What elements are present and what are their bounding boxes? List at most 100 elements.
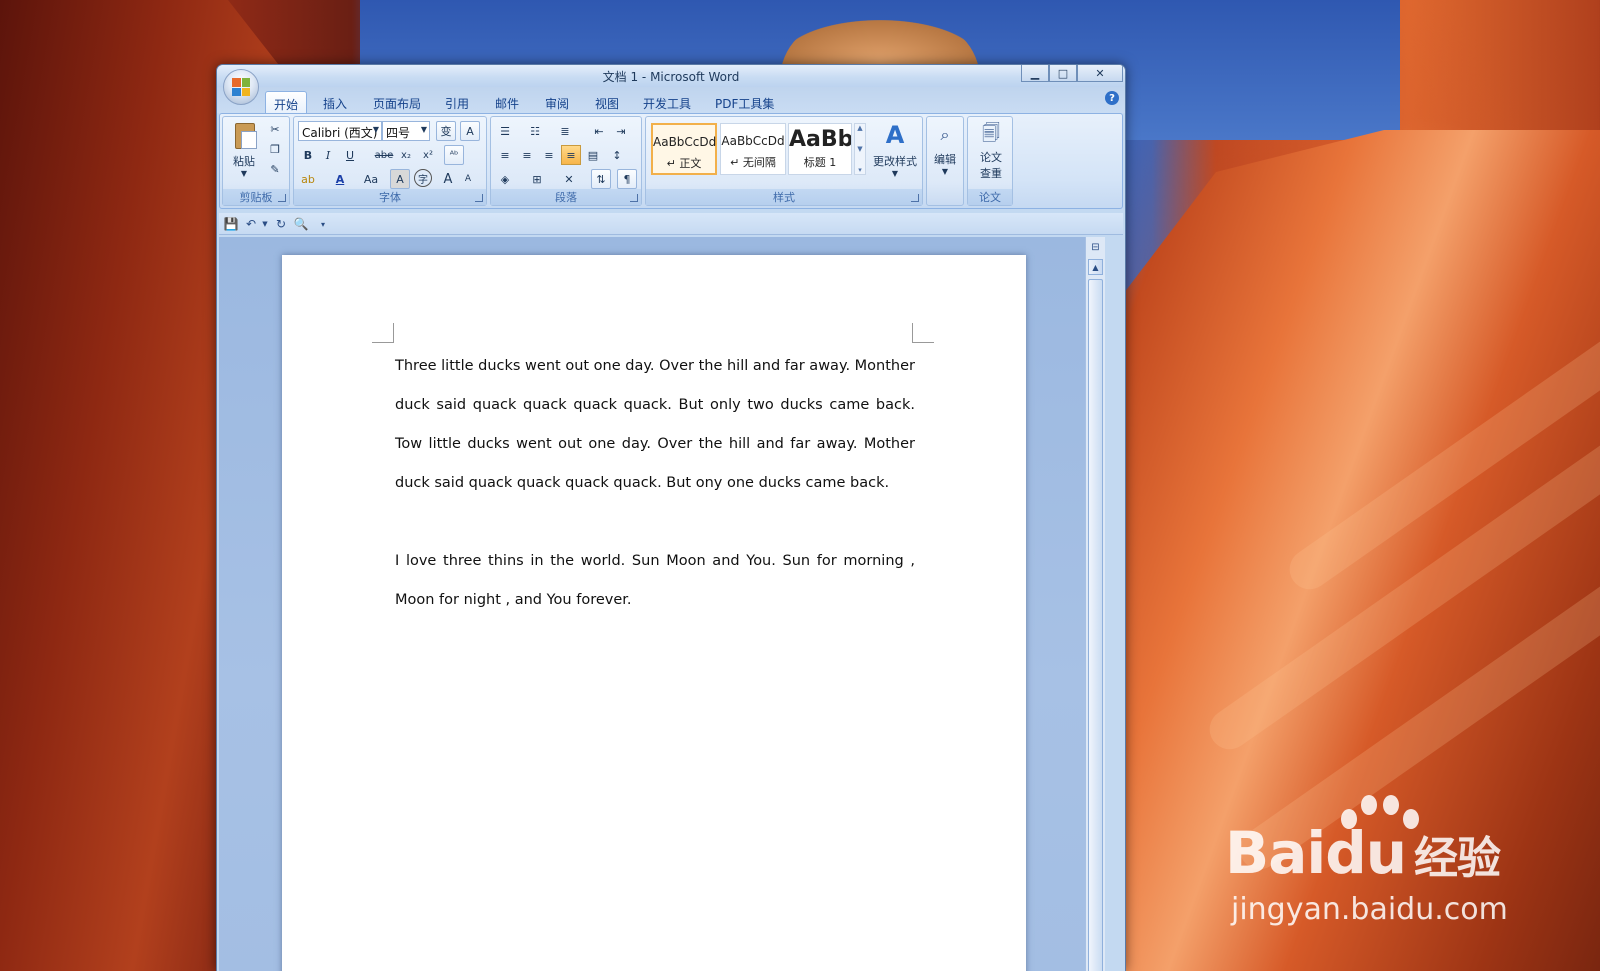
help-icon[interactable]: ? — [1105, 91, 1119, 105]
style-no-spacing[interactable]: AaBbCcDd ↵ 无间隔 — [720, 123, 786, 175]
numbering-icon[interactable]: ☷ — [525, 121, 545, 141]
increase-indent-icon[interactable]: ⇥ — [611, 121, 631, 141]
bold-button[interactable]: B — [298, 145, 318, 165]
shading-icon[interactable]: ◈ — [495, 169, 515, 189]
editing-button[interactable]: ⌕ 编辑 ▼ — [929, 121, 961, 176]
change-styles-icon: A — [885, 121, 905, 149]
undo-dropdown-icon[interactable]: ▼ — [257, 216, 273, 232]
editing-label: 编辑 — [934, 153, 956, 166]
tab-pdf-tools[interactable]: PDF工具集 — [707, 91, 782, 113]
group-paragraph: ☰ ☷ ≣ ⇤ ⇥ ≡ ≡ ≡ ≡ ▤ ↕ ◈ ⊞ ✕ ⇅ ¶ 段落 — [490, 116, 642, 206]
phonetic-guide-icon[interactable]: 变 — [436, 121, 456, 141]
asian-layout-icon[interactable]: ✕ — [559, 169, 579, 189]
superscript-button[interactable]: x² — [418, 145, 438, 165]
enclose-char-button[interactable]: 字 — [414, 169, 432, 187]
customize-qat-icon[interactable]: ▾ — [315, 216, 331, 232]
cut-icon[interactable]: ✂ — [265, 119, 285, 139]
empty-paragraph — [395, 503, 915, 542]
tab-review[interactable]: 审阅 — [537, 91, 577, 113]
document-body[interactable]: Three little ducks went out one day. Ove… — [395, 347, 915, 620]
tab-references[interactable]: 引用 — [437, 91, 477, 113]
close-button[interactable]: ✕ — [1077, 65, 1123, 82]
word-window: 文档 1 - Microsoft Word ▁ □ ✕ 开始 插入 页面布局 引… — [216, 64, 1126, 971]
justify-icon[interactable]: ≡ — [561, 145, 581, 165]
bullets-icon[interactable]: ☰ — [495, 121, 515, 141]
redo-icon[interactable]: ↻ — [273, 216, 289, 232]
grow-font-button[interactable]: A — [438, 169, 458, 189]
window-controls: ▁ □ ✕ — [1021, 65, 1123, 82]
clipboard-launcher-icon[interactable] — [278, 194, 286, 202]
line-spacing-icon[interactable]: ↕ — [607, 145, 627, 165]
clear-format-icon[interactable]: ᴬᵇ — [444, 145, 464, 165]
watermark-brand-bai: Bai — [1225, 819, 1326, 887]
change-case-button[interactable]: Aa — [358, 169, 384, 189]
font-color-button[interactable]: A — [330, 169, 350, 189]
tab-developer[interactable]: 开发工具 — [635, 91, 699, 113]
decrease-indent-icon[interactable]: ⇤ — [589, 121, 609, 141]
group-font: Calibri (西文) ▼ 四号 ▼ 变 A B I U abe x₂ x² … — [293, 116, 487, 206]
tab-mailings[interactable]: 邮件 — [487, 91, 527, 113]
align-center-icon[interactable]: ≡ — [517, 145, 537, 165]
chevron-up-icon[interactable]: ▲ — [857, 124, 862, 132]
watermark-url: jingyan.baidu.com — [1231, 892, 1508, 927]
strikethrough-button[interactable]: abe — [374, 145, 394, 165]
font-size-combo[interactable]: 四号 ▼ — [382, 121, 430, 141]
style-heading-1[interactable]: AaBb 标题 1 — [788, 123, 852, 175]
maximize-button[interactable]: □ — [1049, 65, 1077, 82]
italic-button[interactable]: I — [318, 145, 338, 165]
font-launcher-icon[interactable] — [475, 194, 483, 202]
borders-icon[interactable]: ⊞ — [527, 169, 547, 189]
subscript-button[interactable]: x₂ — [396, 145, 416, 165]
paper-check-button[interactable]: 🗐 论文 查重 — [972, 121, 1010, 181]
more-icon[interactable]: ▾ — [858, 166, 862, 174]
shrink-font-button[interactable]: A — [458, 169, 478, 189]
office-button[interactable] — [223, 69, 259, 105]
paragraph-launcher-icon[interactable] — [630, 194, 638, 202]
style-sample: AaBbCcDd — [653, 135, 717, 149]
vertical-scrollbar[interactable]: ⊟ ▲ — [1085, 237, 1105, 971]
watermark-brand-du: du — [1325, 819, 1407, 887]
font-size-value: 四号 — [386, 126, 411, 140]
align-left-icon[interactable]: ≡ — [495, 145, 515, 165]
scroll-up-icon[interactable]: ▲ — [1088, 259, 1103, 275]
tab-insert[interactable]: 插入 — [315, 91, 355, 113]
save-icon[interactable]: 💾 — [223, 216, 239, 232]
paper-check-label-2: 查重 — [980, 167, 1002, 180]
style-normal[interactable]: AaBbCcDd ↵ 正文 — [651, 123, 717, 175]
paper-check-label-1: 论文 — [980, 151, 1002, 164]
watermark-brand-cn: 经验 — [1414, 833, 1501, 884]
copy-icon[interactable]: ❐ — [265, 139, 285, 159]
tab-view[interactable]: 视图 — [587, 91, 627, 113]
tab-home[interactable]: 开始 — [265, 91, 308, 113]
document-workspace: Three little ducks went out one day. Ove… — [219, 237, 1085, 971]
document-page[interactable]: Three little ducks went out one day. Ove… — [282, 255, 1026, 971]
underline-button[interactable]: U — [340, 145, 360, 165]
styles-launcher-icon[interactable] — [911, 194, 919, 202]
watermark-brand: Baidu 经验 — [1225, 819, 1501, 887]
change-styles-button[interactable]: A 更改样式 ▼ — [870, 121, 920, 178]
chevron-down-icon[interactable]: ▼ — [857, 145, 862, 153]
align-right-icon[interactable]: ≡ — [539, 145, 559, 165]
styles-gallery-scroll[interactable]: ▲ ▼ ▾ — [854, 123, 866, 175]
style-sample: AaBb — [789, 127, 852, 152]
title-bar[interactable]: 文档 1 - Microsoft Word ▁ □ ✕ — [217, 65, 1125, 87]
char-shading-button[interactable]: A — [390, 169, 410, 189]
margin-corner-top-left — [372, 323, 394, 343]
sort-icon[interactable]: ⇅ — [591, 169, 611, 189]
group-label-paper: 论文 — [968, 189, 1012, 205]
ruler-toggle-icon[interactable]: ⊟ — [1088, 239, 1103, 255]
ribbon: 粘贴 ▼ ✂ ❐ ✎ 剪贴板 Calibri (西文) ▼ 四号 ▼ 变 A B… — [219, 113, 1123, 209]
show-marks-icon[interactable]: ¶ — [617, 169, 637, 189]
char-border-icon[interactable]: A — [460, 121, 480, 141]
format-painter-icon[interactable]: ✎ — [265, 159, 285, 179]
highlight-icon[interactable]: ab — [298, 169, 318, 189]
paste-button[interactable]: 粘贴 ▼ — [227, 121, 261, 178]
style-name: ↵ 无间隔 — [730, 156, 776, 169]
minimize-button[interactable]: ▁ — [1021, 65, 1049, 82]
multilevel-list-icon[interactable]: ≣ — [555, 121, 575, 141]
distributed-icon[interactable]: ▤ — [583, 145, 603, 165]
print-preview-icon[interactable]: 🔍 — [293, 216, 309, 232]
font-name-combo[interactable]: Calibri (西文) ▼ — [298, 121, 382, 141]
scroll-thumb[interactable] — [1088, 279, 1103, 971]
tab-page-layout[interactable]: 页面布局 — [365, 91, 429, 113]
